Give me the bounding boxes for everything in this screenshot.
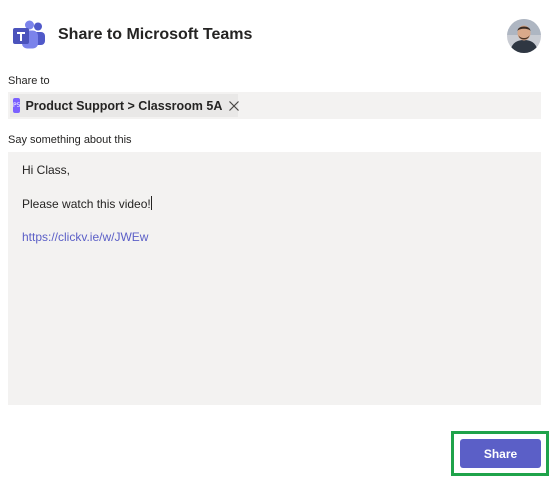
share-to-label: Share to	[8, 75, 50, 87]
recipient-chip-label: Product Support > Classroom 5A	[25, 98, 223, 113]
message-line-body-text: Please watch this video!	[22, 197, 151, 211]
class-team-icon: P5	[13, 98, 21, 113]
user-avatar-icon[interactable]	[507, 19, 541, 53]
dialog-header: Share to Microsoft Teams	[0, 0, 560, 72]
dialog-title: Share to Microsoft Teams	[58, 26, 253, 43]
message-textarea[interactable]: Hi Class, Please watch this video! https…	[8, 152, 541, 405]
message-label: Say something about this	[8, 134, 132, 146]
message-link[interactable]: https://clickv.ie/w/JWEw	[22, 230, 148, 244]
message-line-greeting: Hi Class,	[22, 163, 71, 177]
recipient-field[interactable]: P5 Product Support > Classroom 5A	[8, 92, 541, 119]
close-icon[interactable]	[227, 99, 241, 113]
recipient-chip[interactable]: P5 Product Support > Classroom 5A	[10, 94, 241, 117]
share-dialog: Share to Microsoft Teams Share to P5 Pro…	[0, 0, 560, 488]
message-line-body: Please watch this video!	[22, 196, 152, 211]
microsoft-teams-logo-icon	[12, 20, 46, 52]
share-button[interactable]: Share	[460, 439, 541, 468]
text-cursor	[150, 196, 152, 210]
